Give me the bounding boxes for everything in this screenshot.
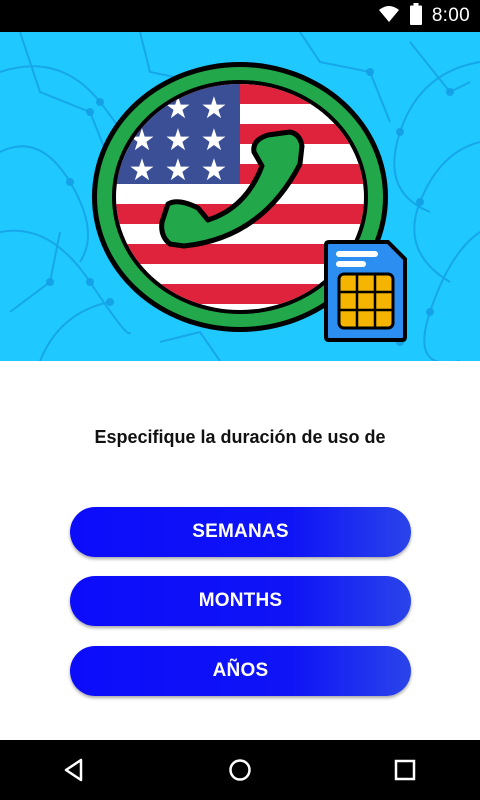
months-button[interactable]: MONTHS — [70, 576, 411, 626]
svg-text:★: ★ — [201, 153, 228, 188]
svg-text:★: ★ — [165, 153, 192, 188]
duration-prompt: Especifique la duración de uso de — [94, 427, 386, 447]
home-icon[interactable] — [224, 754, 256, 786]
back-icon[interactable] — [58, 754, 90, 786]
recents-icon[interactable] — [389, 754, 421, 786]
status-bar: 8:00 — [0, 0, 480, 32]
navigation-bar — [0, 740, 480, 800]
sim-card-icon — [324, 240, 407, 342]
weeks-button[interactable]: SEMANAS — [70, 507, 411, 557]
svg-text:★: ★ — [201, 91, 228, 126]
status-time: 8:00 — [431, 5, 470, 26]
svg-text:★: ★ — [129, 153, 156, 188]
battery-icon — [409, 2, 422, 30]
duration-selection-panel: Especifique la duración de uso de SEMANA… — [0, 361, 480, 740]
years-button[interactable]: AÑOS — [70, 646, 411, 696]
hero-banner: ★ ★ ★ ★ ★ ★ ★ ★ ★ — [0, 32, 480, 361]
hero-illustration: ★ ★ ★ ★ ★ ★ ★ ★ ★ — [0, 32, 480, 361]
wifi-icon — [378, 5, 400, 28]
